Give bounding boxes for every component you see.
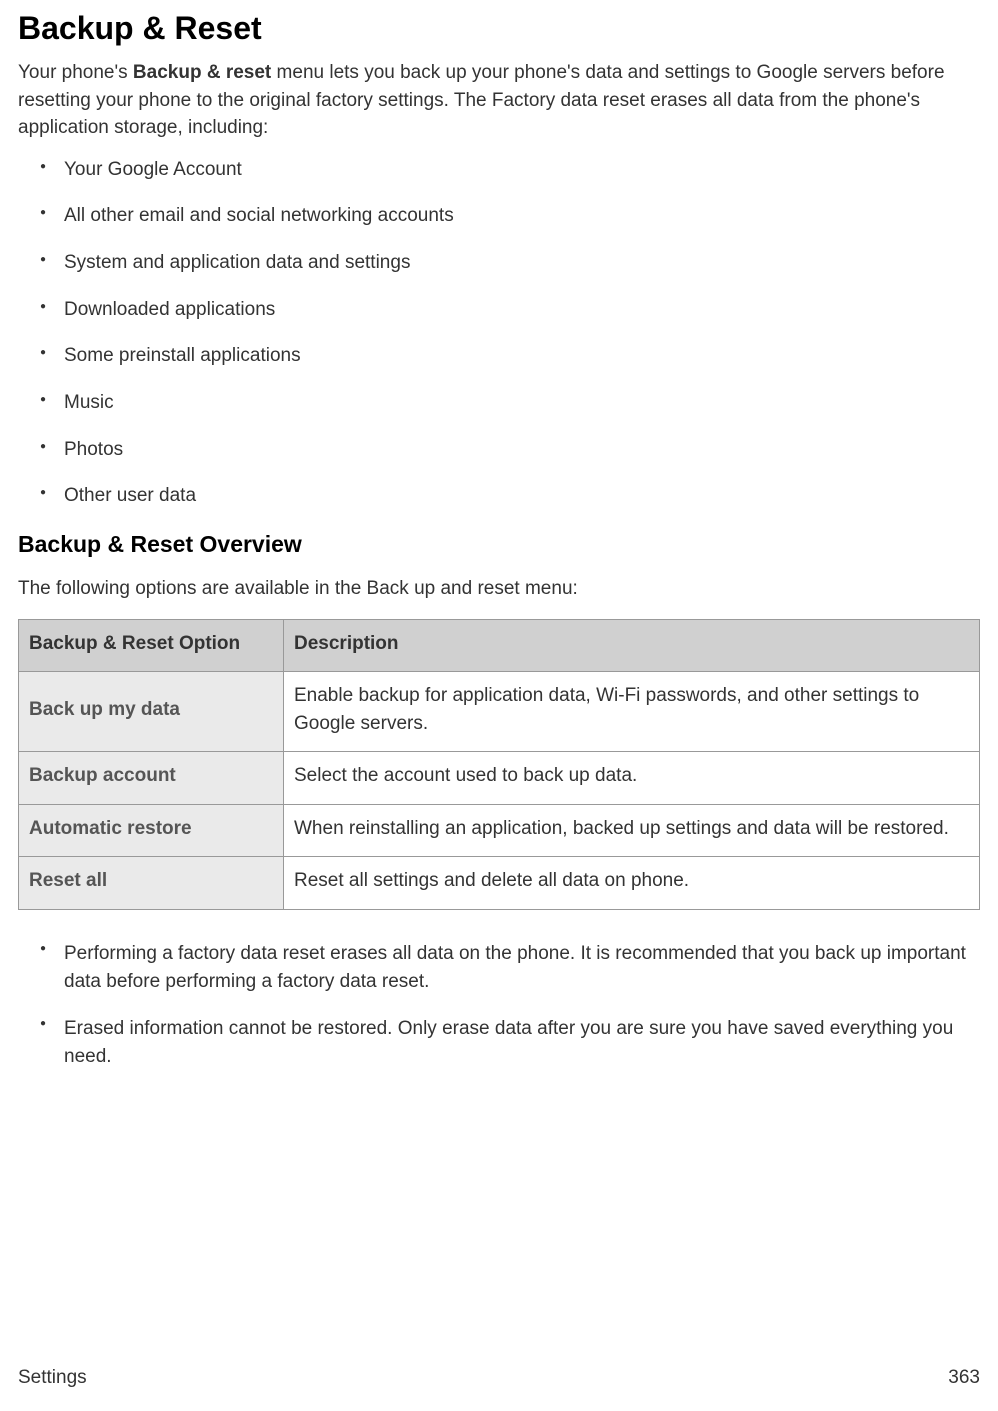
options-table: Backup & Reset Option Description Back u… — [18, 619, 980, 910]
table-header-row: Backup & Reset Option Description — [19, 619, 980, 672]
table-row: Back up my data Enable backup for applic… — [19, 672, 980, 752]
desc-cell: Reset all settings and delete all data o… — [284, 857, 980, 910]
list-item: Your Google Account — [40, 158, 980, 183]
table-row: Backup account Select the account used t… — [19, 752, 980, 805]
page-title: Backup & Reset — [18, 10, 980, 47]
desc-cell: Select the account used to back up data. — [284, 752, 980, 805]
option-cell: Reset all — [19, 857, 284, 910]
option-cell: Back up my data — [19, 672, 284, 752]
list-item: Erased information cannot be restored. O… — [40, 1015, 980, 1070]
intro-bold: Backup & reset — [133, 62, 271, 83]
desc-cell: Enable backup for application data, Wi-F… — [284, 672, 980, 752]
list-item: Downloaded applications — [40, 298, 980, 323]
desc-cell: When reinstalling an application, backed… — [284, 804, 980, 857]
list-item: Other user data — [40, 484, 980, 509]
list-item: Some preinstall applications — [40, 344, 980, 369]
notes-list: Performing a factory data reset erases a… — [18, 940, 980, 1070]
option-cell: Automatic restore — [19, 804, 284, 857]
list-item: Performing a factory data reset erases a… — [40, 940, 980, 995]
header-option: Backup & Reset Option — [19, 619, 284, 672]
list-item: Photos — [40, 438, 980, 463]
list-item: All other email and social networking ac… — [40, 204, 980, 229]
erase-list: Your Google Account All other email and … — [18, 158, 980, 510]
page-footer: Settings 363 — [18, 1367, 980, 1389]
option-cell: Backup account — [19, 752, 284, 805]
intro-pre: Your phone's — [18, 62, 133, 83]
footer-section: Settings — [18, 1367, 87, 1389]
table-row: Reset all Reset all settings and delete … — [19, 857, 980, 910]
overview-heading: Backup & Reset Overview — [18, 531, 980, 558]
table-row: Automatic restore When reinstalling an a… — [19, 804, 980, 857]
list-item: Music — [40, 391, 980, 416]
footer-page-number: 363 — [948, 1367, 980, 1389]
intro-paragraph: Your phone's Backup & reset menu lets yo… — [18, 59, 980, 142]
overview-subtext: The following options are available in t… — [18, 576, 980, 603]
list-item: System and application data and settings — [40, 251, 980, 276]
header-description: Description — [284, 619, 980, 672]
